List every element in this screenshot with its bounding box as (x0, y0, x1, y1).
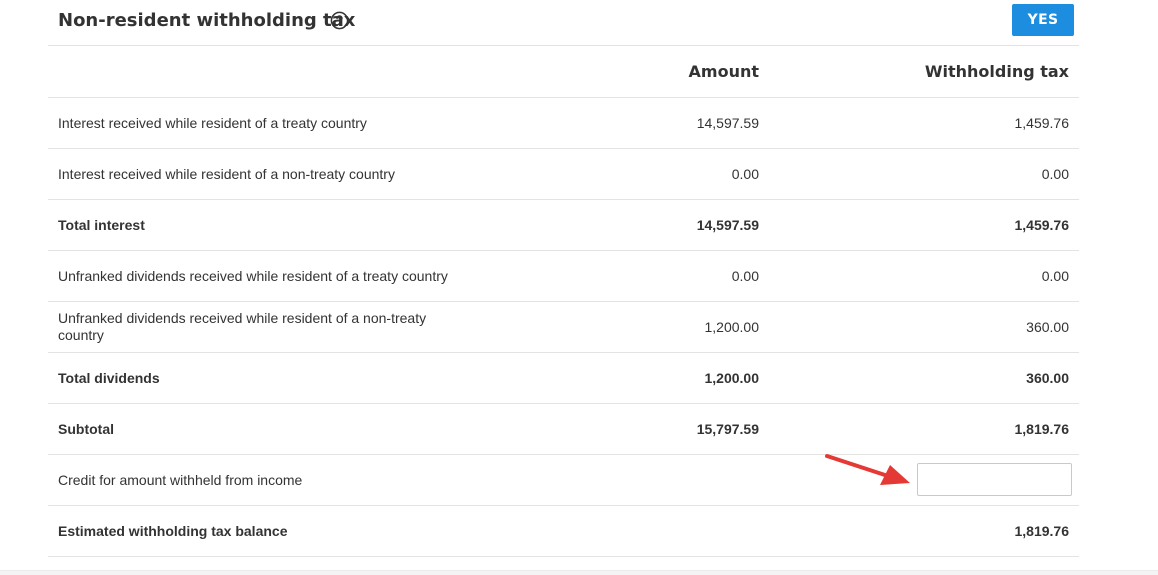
row-amount: 14,597.59 (696, 217, 759, 233)
yes-toggle-button[interactable]: YES (1012, 4, 1074, 36)
row-withholding-tax: 0.00 (1041, 268, 1069, 284)
row-amount: 0.00 (731, 268, 759, 284)
row-label: Total dividends (58, 369, 160, 386)
row-withholding-tax: 360.00 (1026, 319, 1069, 335)
table-row-total-dividends: Total dividends 1,200.00 360.00 (48, 353, 1079, 404)
section-header: Non-resident withholding tax YES (48, 0, 1079, 46)
row-amount: 1,200.00 (704, 370, 760, 386)
section-title: Non-resident withholding tax (58, 10, 356, 31)
table-row-estimated-balance: Estimated withholding tax balance 1,819.… (48, 506, 1079, 557)
page: Non-resident withholding tax YES Amount … (0, 0, 1158, 575)
table-row-total-interest: Total interest 14,597.59 1,459.76 (48, 200, 1079, 251)
row-label: Total interest (58, 216, 145, 233)
row-amount: 15,797.59 (696, 421, 759, 437)
row-label: Estimated withholding tax balance (58, 522, 288, 539)
help-circle-icon[interactable] (330, 11, 349, 30)
footer-divider (0, 570, 1158, 575)
row-withholding-tax: 1,459.76 (1014, 217, 1070, 233)
row-withholding-tax: 360.00 (1026, 370, 1069, 386)
row-label: Unfranked dividends received while resid… (58, 310, 427, 343)
row-label: Interest received while resident of a tr… (58, 114, 367, 131)
row-label: Subtotal (58, 420, 114, 437)
table-header-row: Amount Withholding tax (48, 46, 1079, 98)
column-header-withholding-tax: Withholding tax (924, 62, 1069, 81)
row-label: Unfranked dividends received while resid… (58, 267, 448, 284)
credit-withheld-input[interactable] (917, 463, 1072, 496)
table-row-interest-non-treaty: Interest received while resident of a no… (48, 149, 1079, 200)
column-header-amount: Amount (688, 62, 759, 81)
table-row-credit-withheld: Credit for amount withheld from income (48, 455, 1079, 506)
row-label: Interest received while resident of a no… (58, 165, 395, 182)
table-row-subtotal: Subtotal 15,797.59 1,819.76 (48, 404, 1079, 455)
row-amount: 14,597.59 (696, 115, 759, 131)
table-row-interest-treaty: Interest received while resident of a tr… (48, 98, 1079, 149)
table-row-dividends-non-treaty: Unfranked dividends received while resid… (48, 302, 1079, 353)
row-label: Credit for amount withheld from income (58, 471, 303, 488)
row-withholding-tax: 1,819.76 (1014, 421, 1070, 437)
row-withholding-tax: 1,459.76 (1014, 115, 1070, 131)
row-withholding-tax: 0.00 (1041, 166, 1069, 182)
withholding-tax-table: Amount Withholding tax Interest received… (48, 46, 1079, 557)
table-row-dividends-treaty: Unfranked dividends received while resid… (48, 251, 1079, 302)
row-amount: 1,200.00 (704, 319, 760, 335)
row-amount: 0.00 (731, 166, 759, 182)
red-arrow-annotation-icon (825, 454, 910, 485)
row-withholding-tax: 1,819.76 (1014, 523, 1070, 539)
